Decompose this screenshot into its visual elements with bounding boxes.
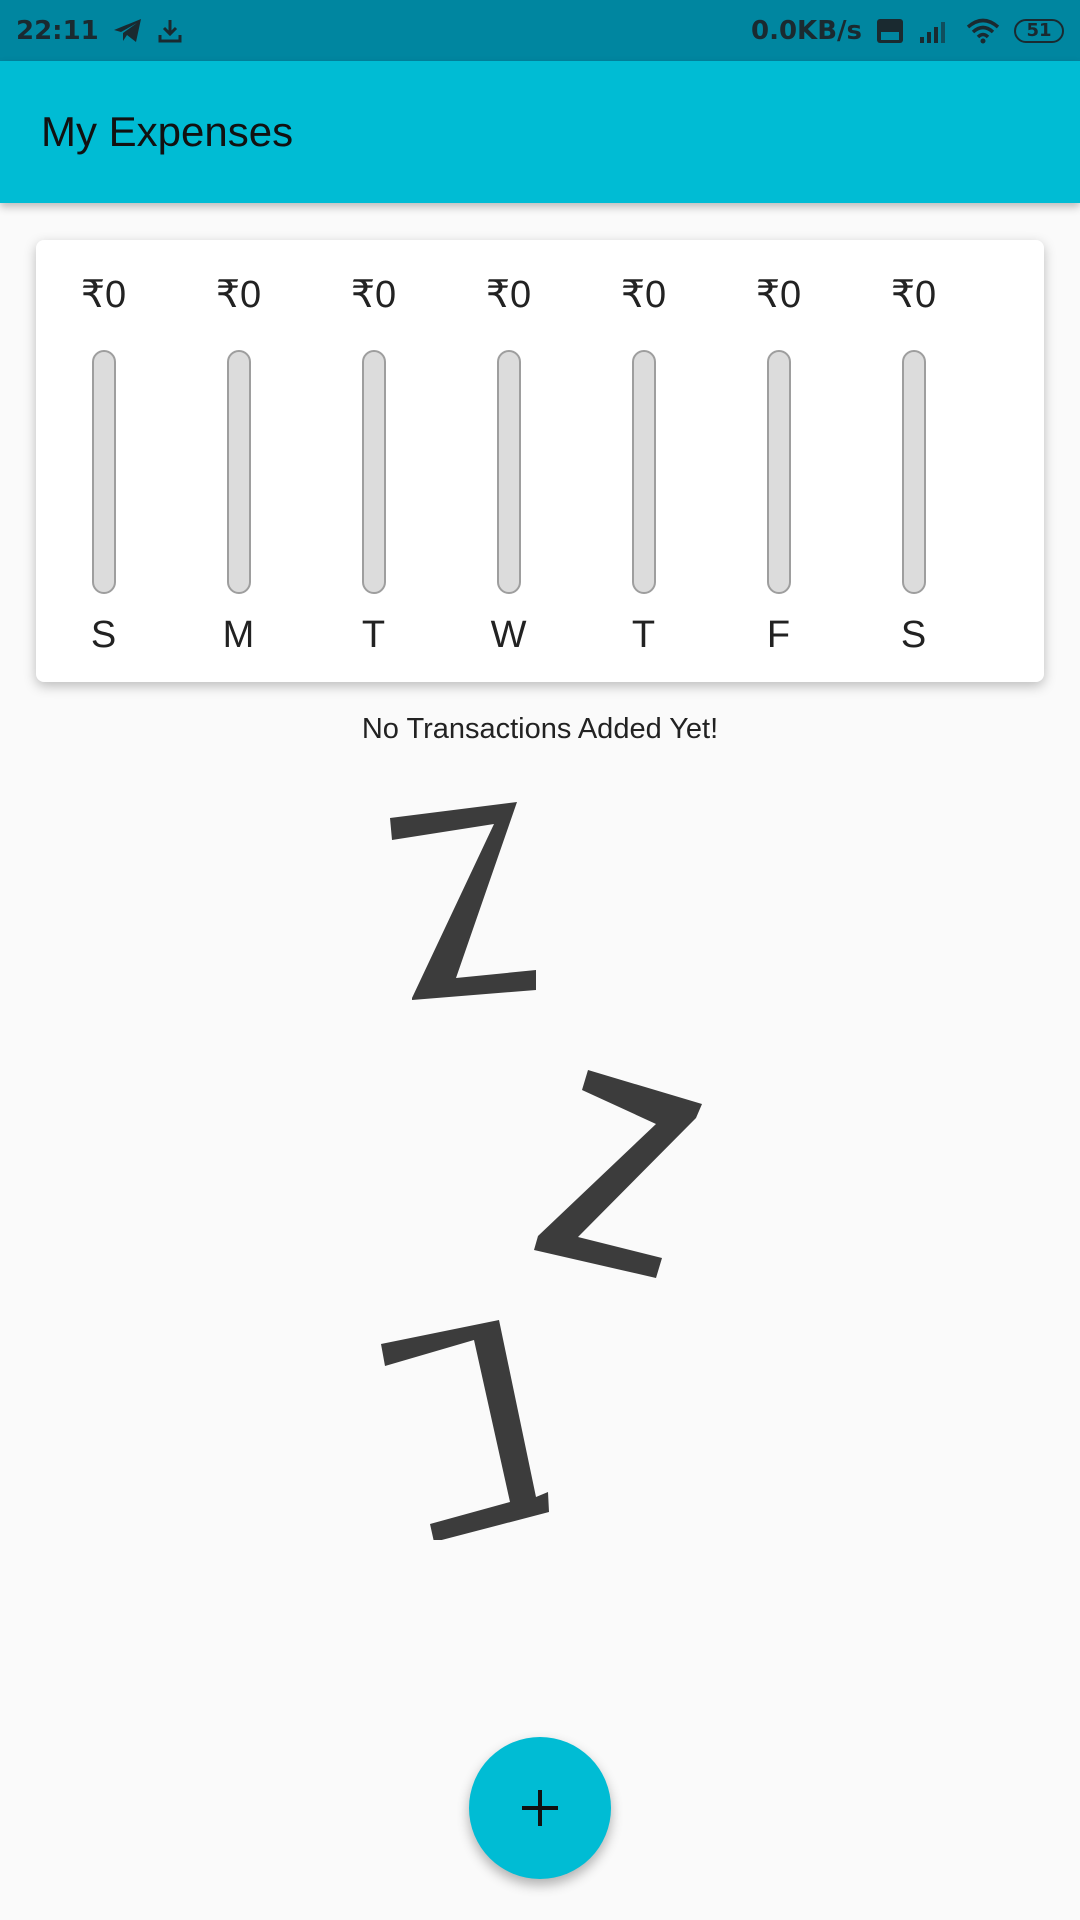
day-amount: ₹0 [485, 274, 532, 316]
signal-icon [918, 19, 952, 43]
zzz-icon [381, 802, 702, 1540]
status-bar: 22:11 0.0KB/s 51 [0, 0, 1080, 61]
day-bar [766, 350, 791, 594]
chart-day-column: ₹0 T [576, 240, 711, 682]
day-label: T [361, 614, 386, 656]
day-amount: ₹0 [215, 274, 262, 316]
chart-day-column: ₹0 S [36, 240, 171, 682]
day-amount: ₹0 [350, 274, 397, 316]
chart-day-column: ₹0 W [441, 240, 576, 682]
plus-icon [522, 1790, 558, 1826]
day-label: T [631, 614, 656, 656]
status-right: 0.0KB/s 51 [751, 16, 1064, 46]
chart-day-column: ₹0 T [306, 240, 441, 682]
day-label: S [900, 614, 927, 656]
day-label: M [222, 614, 255, 656]
day-amount: ₹0 [620, 274, 667, 316]
empty-state-message: No Transactions Added Yet! [361, 713, 719, 745]
network-speed: 0.0KB/s [751, 15, 862, 46]
wifi-icon [966, 18, 1000, 44]
day-bar [631, 350, 656, 594]
day-amount: ₹0 [890, 274, 937, 316]
app-bar: My Expenses [0, 61, 1080, 203]
chart-day-column: ₹0 F [711, 240, 846, 682]
day-bar [91, 350, 116, 594]
download-icon [157, 18, 183, 44]
day-label: S [90, 614, 117, 656]
day-amount: ₹0 [80, 274, 127, 316]
status-time: 22:11 [16, 15, 99, 46]
day-amount: ₹0 [755, 274, 802, 316]
chart-day-column: ₹0 M [171, 240, 306, 682]
page-title: My Expenses [41, 108, 294, 155]
add-transaction-button[interactable] [469, 1737, 611, 1879]
status-left: 22:11 [16, 16, 183, 46]
telegram-icon [113, 18, 143, 44]
day-bar [496, 350, 521, 594]
day-bar [226, 350, 251, 594]
day-label: F [766, 614, 791, 656]
weekly-chart-card: ₹0 S ₹0 M ₹0 T ₹0 W ₹0 T ₹0 F ₹0 S [36, 240, 1044, 682]
day-bar [901, 350, 926, 594]
chart-day-column: ₹0 S [846, 240, 981, 682]
zzz-glyphs [381, 802, 702, 1540]
day-label: W [490, 614, 527, 656]
volte-icon [876, 18, 904, 44]
day-bar [361, 350, 386, 594]
battery-icon: 51 [1014, 18, 1064, 43]
